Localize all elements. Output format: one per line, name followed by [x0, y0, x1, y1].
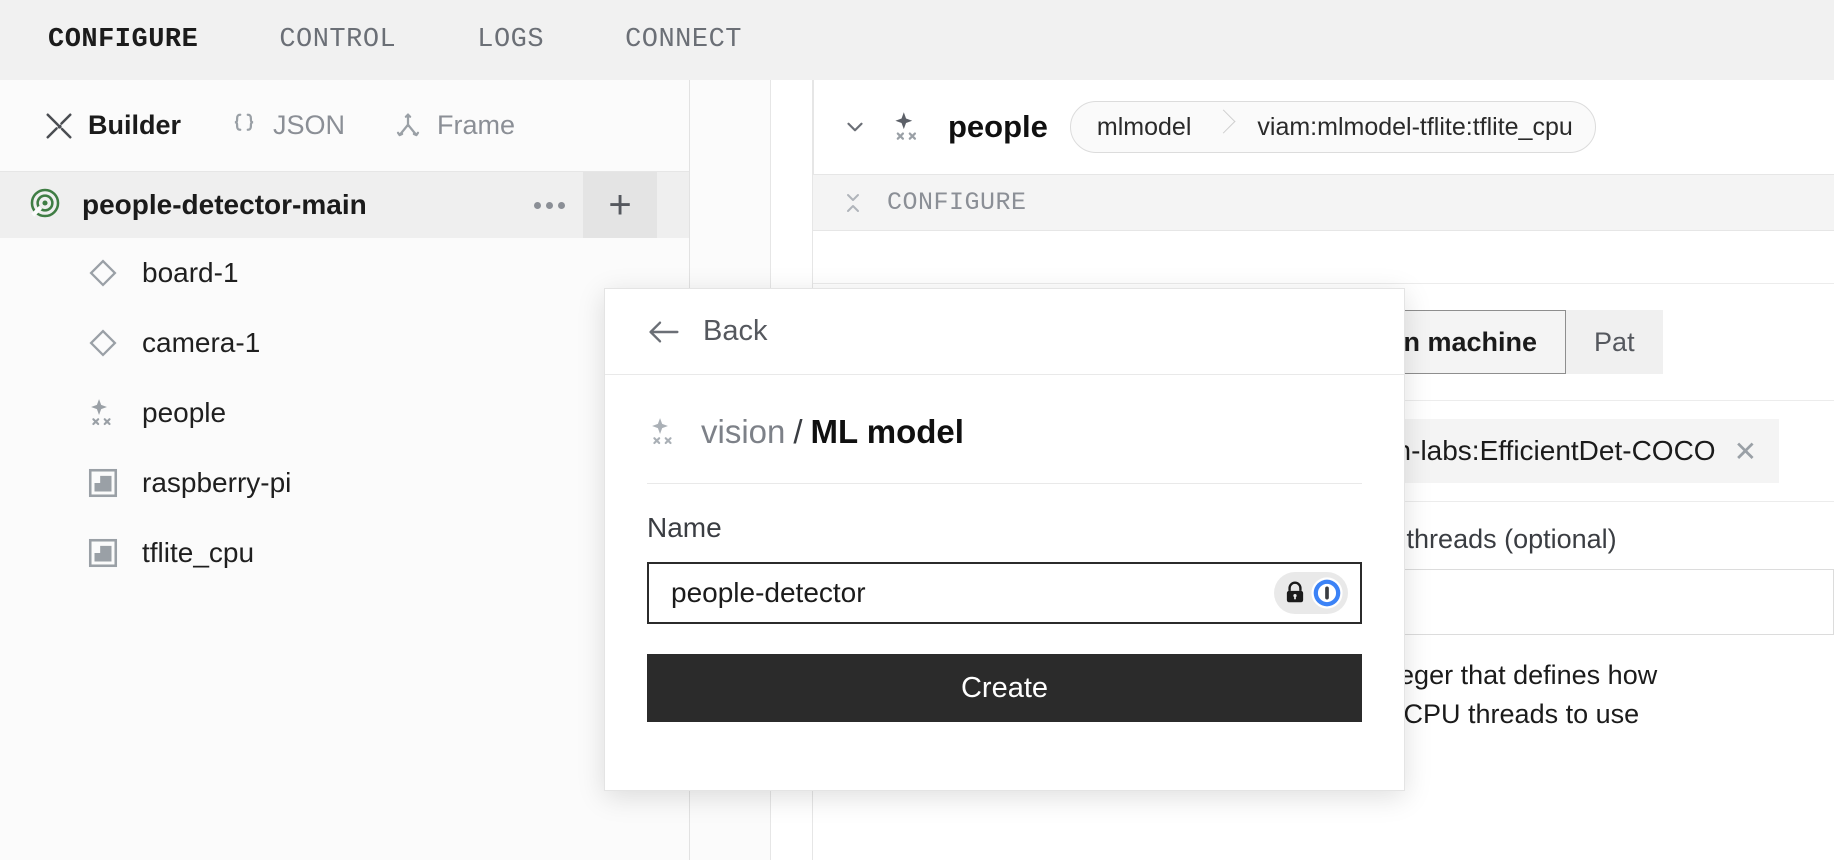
- modal-name-input[interactable]: people-detector: [647, 562, 1362, 624]
- view-mode-builder-label: Builder: [88, 110, 182, 140]
- create-resource-modal: Back vision / ML model Name people-detec…: [604, 288, 1405, 791]
- tab-configure[interactable]: CONFIGURE: [48, 25, 237, 55]
- modal-title: vision / ML model: [605, 375, 1404, 483]
- braces-icon: [229, 111, 259, 141]
- tab-logs[interactable]: LOGS: [477, 25, 583, 55]
- ellipsis-dot: [533, 201, 541, 209]
- machine-part-row[interactable]: people-detector-main +: [0, 172, 689, 238]
- component-name: people: [948, 109, 1048, 144]
- create-button[interactable]: Create: [647, 654, 1362, 722]
- tools-icon: [44, 111, 74, 141]
- sidebar-item-label: tflite_cpu: [142, 537, 255, 568]
- modal-back-label: Back: [703, 315, 768, 347]
- frame-tree-icon: [393, 111, 423, 141]
- vision-sparkle-icon: [647, 415, 681, 449]
- chip-separator-icon: [1213, 102, 1231, 152]
- left-panel: Builder JSON Frame people-detector-main …: [0, 80, 690, 860]
- modal-back-button[interactable]: Back: [605, 289, 1404, 375]
- sidebar-item-tflite-cpu[interactable]: tflite_cpu: [0, 518, 689, 588]
- sidebar-item-label: board-1: [142, 257, 239, 288]
- threads-help-line-1: An integer that defines how: [1330, 660, 1658, 690]
- component-card-header: people mlmodel viam:mlmodel-tflite:tflit…: [813, 80, 1834, 175]
- arrow-left-icon: [647, 320, 681, 344]
- threads-help-line-2: many CPU threads to use: [1330, 699, 1640, 730]
- machine-part-name: people-detector-main: [82, 189, 367, 220]
- view-mode-frame-label: Frame: [437, 110, 516, 140]
- sidebar-item-label: raspberry-pi: [142, 467, 292, 498]
- ellipsis-dot: [557, 201, 565, 209]
- board-square-icon: [86, 536, 120, 570]
- view-mode-json-label: JSON: [273, 110, 346, 140]
- vision-sparkle-icon: [890, 109, 926, 145]
- sidebar-item-people[interactable]: people: [0, 378, 689, 448]
- view-mode-json[interactable]: JSON: [229, 110, 345, 141]
- selected-model-label: viam-labs:EfficientDet-COCO: [1352, 435, 1716, 466]
- modal-title-separator: /: [793, 413, 803, 450]
- sidebar-item-label: people: [142, 397, 227, 428]
- close-x-icon[interactable]: ✕: [1734, 435, 1757, 468]
- ellipsis-icon[interactable]: [515, 172, 583, 238]
- collapse-vertical-icon: [841, 190, 865, 216]
- machine-status-icon: [28, 186, 62, 225]
- sidebar-item-board-1[interactable]: board-1: [0, 238, 689, 308]
- modal-name-label: Name: [647, 512, 722, 543]
- view-mode-builder[interactable]: Builder: [44, 110, 181, 141]
- sidebar-item-raspberry-pi[interactable]: raspberry-pi: [0, 448, 689, 518]
- view-mode-bar: Builder JSON Frame: [0, 80, 689, 172]
- modal-name-input-value: people-detector: [671, 577, 866, 608]
- plus-icon[interactable]: +: [583, 172, 657, 238]
- ellipsis-dot: [545, 201, 553, 209]
- api-chip: mlmodel: [1096, 112, 1192, 141]
- view-mode-frame[interactable]: Frame: [393, 110, 515, 141]
- threads-field-label: ber of threads (optional): [1330, 524, 1617, 554]
- vision-sparkle-icon: [86, 396, 120, 430]
- threads-input[interactable]: [1330, 569, 1834, 635]
- component-type-chips: mlmodel viam:mlmodel-tflite:tflite_cpu: [1069, 101, 1596, 153]
- app-root: CONFIGURE CONTROL LOGS CONNECT Builder J…: [0, 0, 1834, 860]
- tab-control[interactable]: CONTROL: [279, 25, 435, 55]
- chevron-down-icon[interactable]: [842, 114, 868, 140]
- diamond-icon: [86, 256, 120, 290]
- sidebar-item-label: camera-1: [142, 327, 261, 358]
- autofill-badge[interactable]: [1274, 572, 1348, 614]
- password-key-icon: [1310, 576, 1344, 610]
- tab-path-to-existing-model[interactable]: Pat: [1566, 310, 1663, 374]
- configure-section-header[interactable]: CONFIGURE: [813, 175, 1834, 231]
- tab-connect[interactable]: CONNECT: [625, 25, 781, 55]
- modal-title-api: vision: [701, 413, 786, 450]
- sidebar-item-camera-1[interactable]: camera-1: [0, 308, 689, 378]
- model-chip: viam:mlmodel-tflite:tflite_cpu: [1257, 112, 1573, 141]
- modal-title-model: ML model: [810, 413, 964, 450]
- top-navigation-bar: CONFIGURE CONTROL LOGS CONNECT: [0, 0, 1834, 80]
- board-square-icon: [86, 466, 120, 500]
- lock-icon: [1282, 580, 1308, 606]
- configure-section-label: CONFIGURE: [887, 188, 1027, 217]
- diamond-icon: [86, 326, 120, 360]
